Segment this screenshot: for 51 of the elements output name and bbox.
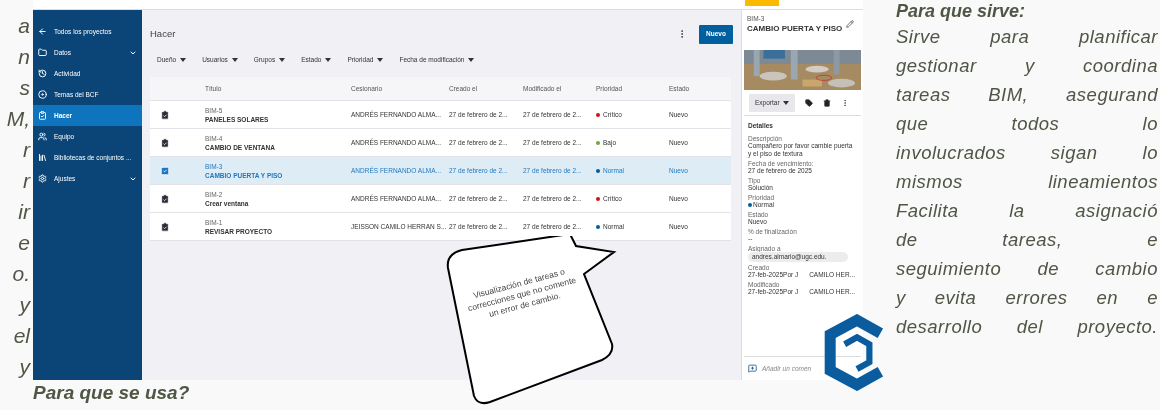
paragraph-line: gestionar y coordina <box>896 54 1158 78</box>
clipboard-icon[interactable] <box>160 109 170 120</box>
disc-icon <box>38 90 47 99</box>
paragraph-line: mismos lineamientos <box>896 170 1158 194</box>
paragraph-fragment: n <box>18 44 31 70</box>
paragraph-fragment: r <box>23 168 32 194</box>
paragraph-fragment: e <box>18 230 31 256</box>
paragraph-line: de tareas, e <box>896 228 1158 252</box>
history-icon <box>38 69 47 78</box>
page-title: Hacer <box>150 26 177 41</box>
paragraph-fragment: y <box>19 354 32 380</box>
paragraph-line: seguimiento de cambio <box>896 257 1158 281</box>
library-icon <box>38 153 47 162</box>
paragraph-fragment: ir <box>18 199 32 225</box>
checkbox-icon[interactable] <box>160 165 170 176</box>
caret-icon <box>468 58 475 62</box>
caret-icon <box>279 58 286 62</box>
detail-title: CAMBIO PUERTA Y PISO <box>747 23 844 34</box>
paragraph-line: Sirve para planificar <box>896 25 1158 49</box>
paragraph-line: desarrollo del proyecto. <box>896 315 1158 339</box>
clipboard-icon[interactable] <box>160 193 170 204</box>
paragraph-fragment: o. <box>12 261 31 287</box>
paragraph-line: tareas BIM, asegurand <box>896 83 1158 107</box>
trash-icon[interactable] <box>822 98 831 107</box>
paragraph-line: que todos lo <box>896 112 1158 136</box>
clipboard-icon[interactable] <box>160 221 170 232</box>
section-heading: Para que sirve: <box>896 0 1027 22</box>
caret-icon <box>325 58 332 62</box>
paragraph-fragment: a <box>18 13 31 39</box>
paragraph-line: involucrados sigan lo <box>896 141 1158 165</box>
paragraph-fragment: M, <box>6 106 31 132</box>
paragraph-line: y evita errores en e <box>896 286 1158 310</box>
paragraph-fragment: r <box>23 137 32 163</box>
caret-icon <box>231 58 238 62</box>
clipboard-icon <box>38 111 47 120</box>
paragraph-fragment: s <box>19 75 31 101</box>
caret-icon <box>180 58 187 62</box>
paragraph-fragment: el <box>13 323 32 349</box>
caret-icon <box>377 58 384 62</box>
tag-icon[interactable] <box>804 98 813 107</box>
clipboard-icon[interactable] <box>160 137 170 148</box>
back-arrow-icon <box>38 27 47 36</box>
caret-icon <box>782 100 789 105</box>
settings-icon <box>38 174 47 183</box>
section-heading: Para que se usa? <box>33 381 191 405</box>
folder-icon <box>38 48 47 57</box>
edit-icon[interactable] <box>846 20 854 28</box>
comment-icon[interactable] <box>748 364 757 373</box>
paragraph-fragment: y <box>19 292 32 318</box>
paragraph-line: Facilita la asignació <box>896 199 1158 223</box>
people-icon <box>38 132 47 141</box>
